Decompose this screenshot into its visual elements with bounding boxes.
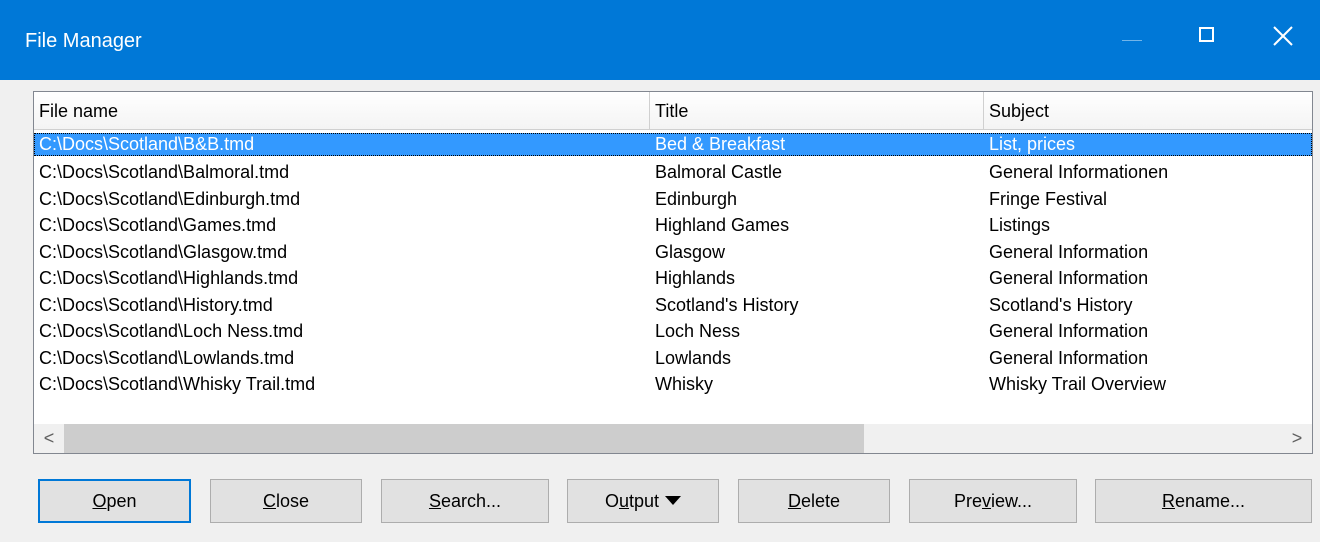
delete-button[interactable]: Delete [738,479,890,523]
output-dropdown-button[interactable]: Output [567,479,719,523]
cell-file-name: C:\Docs\Scotland\Edinburgh.tmd [39,188,301,209]
column-header-file-name[interactable]: File name [34,92,650,130]
close-label-rest: lose [275,491,310,511]
cell-subject: General Information [989,241,1149,262]
table-row[interactable]: C:\Docs\Scotland\Glasgow.tmd Glasgow Gener… [34,239,1312,266]
dropdown-arrow-icon [665,495,682,505]
table-row[interactable]: C:\Docs\Scotland\Games.tmd Highland Games… [34,212,1312,239]
delete-label-rest: elete [800,491,841,511]
cell-title: Loch Ness [655,321,741,341]
table-row[interactable]: C:\Docs\Scotland\Whisky Trail.tmd Whisky W… [34,371,1312,398]
file-rows: C:\Docs\Scotland\B&B.tmd Bed & Breakfast L… [34,133,1312,398]
cell-subject: General Informationen [989,162,1169,182]
search-mnemonic: S [428,491,441,511]
cell-file-name: C:\Docs\Scotland\Highlands.tmd [39,268,299,288]
table-row[interactable]: C:\Docs\Scotland\Edinburgh.tmd Edinburgh F… [34,186,1312,213]
cell-file-name: C:\Docs\Scotland\Whisky Trail.tmd [39,374,316,394]
output-label-rest: tput [629,491,660,511]
table-row[interactable]: C:\Docs\Scotland\Lowlands.tmd Lowlands Gen… [34,345,1312,372]
scroll-right-arrow-icon[interactable]: > [1282,424,1312,453]
close-window-button[interactable] [1245,0,1320,80]
cell-subject: Listings [989,215,1051,235]
cell-file-name: C:\Docs\Scotland\Lowlands.tmd [39,347,295,368]
minimize-button[interactable] [1095,0,1175,80]
column-header-subject[interactable]: Subject [984,92,1312,130]
rename-button[interactable]: Rename... [1095,479,1312,523]
table-row[interactable]: C:\Docs\Scotland\Loch Ness.tmd Loch Ness G… [34,318,1312,345]
file-list-view[interactable]: File name Title Subject C:\Docs\Scotland… [33,91,1313,454]
output-mnemonic: u [618,491,629,511]
search-label-rest: earch... [440,491,502,511]
preview-label-pre: Pre [953,491,982,511]
cell-title: Lowlands [655,347,732,368]
window-title: File Manager [25,30,142,52]
preview-label-rest: iew... [990,491,1033,511]
cell-title: Highland Games [655,215,790,235]
cell-subject: General Information [989,347,1149,368]
close-button[interactable]: Close [210,479,362,523]
cell-title: Whisky [655,374,713,394]
open-label-rest: pen [106,491,137,511]
close-mnemonic: C [262,491,276,511]
cell-subject: Whisky Trail Overview [989,374,1167,394]
cell-title: Glasgow [655,241,726,262]
cell-subject: Fringe Festival [989,188,1108,209]
file-manager-window: File Manager File name Title Subject C:\… [0,0,1320,542]
table-row[interactable]: C:\Docs\Scotland\History.tmd Scotland's H… [34,292,1312,319]
title-bar[interactable]: File Manager [0,0,1320,80]
list-header: File name Title Subject [34,92,1312,130]
open-mnemonic: O [92,491,107,511]
cell-title: Edinburgh [655,188,738,209]
table-row[interactable]: C:\Docs\Scotland\Highlands.tmd Highlands G… [34,265,1312,292]
cell-title: Highlands [655,268,736,288]
cell-file-name: C:\Docs\Scotland\History.tmd [39,294,273,315]
cell-subject: General Information [989,268,1149,288]
preview-button[interactable]: Preview... [909,479,1077,523]
column-header-title[interactable]: Title [650,92,984,130]
rename-label-rest: ename... [1174,491,1246,511]
close-icon [1273,26,1293,46]
cell-title: Balmoral Castle [655,162,783,182]
table-row[interactable]: C:\Docs\Scotland\Balmoral.tmd Balmoral Ca… [34,159,1312,186]
table-row[interactable]: C:\Docs\Scotland\B&B.tmd Bed & Breakfast L… [34,133,1312,156]
cell-file-name: C:\Docs\Scotland\Glasgow.tmd [39,241,288,262]
cell-subject: Scotland's History [989,294,1133,315]
cell-subject: General Information [989,321,1149,341]
cell-file-name: C:\Docs\Scotland\Loch Ness.tmd [39,321,304,341]
cell-title: Bed & Breakfast [655,134,786,154]
scroll-thumb[interactable] [64,424,864,453]
horizontal-scrollbar[interactable]: < > [34,424,1312,453]
open-button[interactable]: Open [38,479,191,523]
search-button[interactable]: Search... [381,479,549,523]
minimize-icon [1122,40,1142,41]
output-label-pre: O [604,491,619,511]
delete-mnemonic: D [787,491,801,511]
cell-file-name: C:\Docs\Scotland\Balmoral.tmd [39,162,290,182]
cell-title: Scotland's History [655,294,799,315]
rename-mnemonic: R [1161,491,1175,511]
preview-mnemonic: v [981,491,991,511]
scroll-left-arrow-icon[interactable]: < [34,424,64,453]
cell-subject: List, prices [989,134,1076,154]
maximize-icon [1199,27,1214,42]
cell-file-name: C:\Docs\Scotland\Games.tmd [39,215,277,235]
maximize-button[interactable] [1170,0,1250,80]
cell-file-name: C:\Docs\Scotland\B&B.tmd [39,134,255,154]
